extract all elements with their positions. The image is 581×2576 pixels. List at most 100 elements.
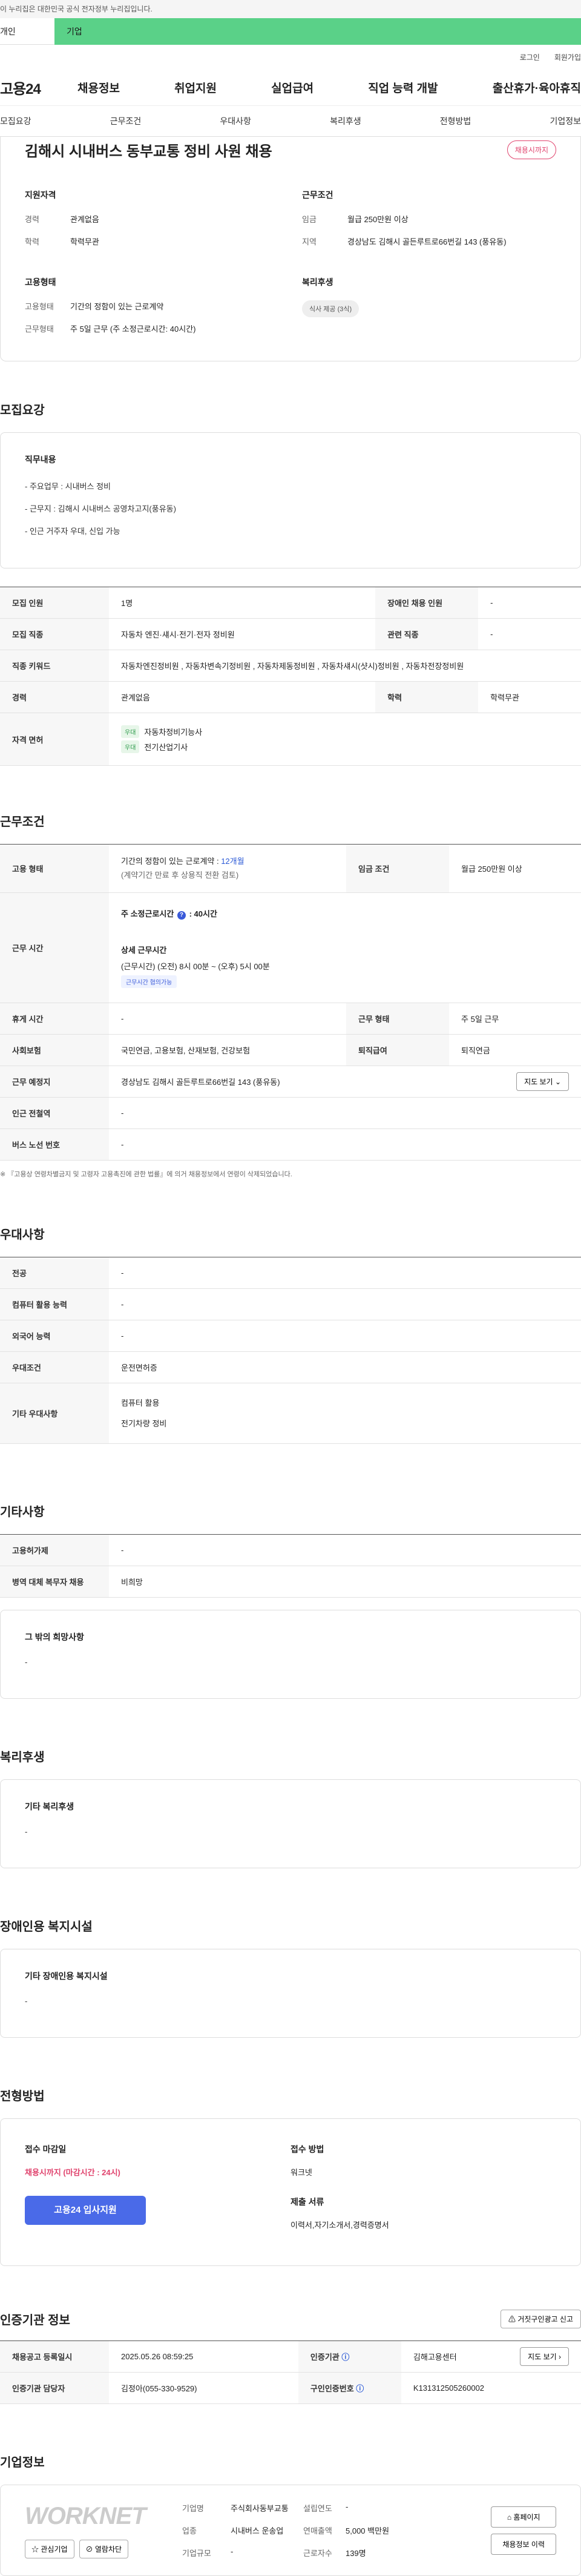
cond-section: 근무조건 임금 월급 250만원 이상 지역 경상남도 김해시 골든루트로66번길 … <box>302 189 567 258</box>
td: 1명 <box>109 587 376 619</box>
recruit-section-title: 모집요강 <box>0 404 45 417</box>
th: 관련 직종 <box>375 618 479 650</box>
process-left: 접수 마감일 채용시까지 (마감시간 : 24시) 고용24 입사지원 <box>25 2143 290 2241</box>
table-row: 사회보험 국민연금, 고용보험, 산재보험, 건강보험 퇴직급여 퇴직연금 <box>0 1034 581 1066</box>
td: 컴퓨터 활용 전기차량 정비 <box>109 1383 581 1444</box>
th: 병역 대체 복무자 채용 <box>0 1566 109 1598</box>
emp-row: 고용형태 기간의 정함이 있는 근로계약 <box>25 300 290 312</box>
block-button[interactable]: ⊘ 열람차단 <box>79 2539 129 2558</box>
hours-pill: 근무시간 협의가능 <box>121 975 177 988</box>
welfare-title: 복리후생 <box>302 277 333 287</box>
th: 직종 키워드 <box>0 650 109 682</box>
th: 전공 <box>0 1256 109 1289</box>
method-title: 접수 방법 <box>290 2144 324 2155</box>
map-button-label: 지도 보기 <box>524 1077 553 1086</box>
interest-button[interactable]: ☆ 관심기업 <box>25 2539 74 2558</box>
duty-line: - 주요업무 : 시내버스 정비 <box>25 482 111 491</box>
work-section-title: 근무조건 <box>0 815 45 829</box>
site-logo[interactable]: 고용24 <box>0 77 77 98</box>
gov-notice-text: 이 누리집은 대한민국 공식 전자정부 누리집입니다. <box>0 5 153 13</box>
license-item: 우대 전기산업기사 <box>121 740 569 753</box>
subnav-work[interactable]: 근무조건 <box>110 115 142 127</box>
duty-title: 직무내용 <box>25 455 56 464</box>
homepage-button[interactable]: ⌂ 홈페이지 <box>491 2506 556 2528</box>
info-icon[interactable]: ⓘ <box>341 2353 349 2362</box>
emp-value: 기간의 정함이 있는 근로계약 : <box>121 857 222 866</box>
th: 인증기관 담당자 <box>0 2372 109 2405</box>
gnb-item-skills[interactable]: 직업 능력 개발 <box>368 79 438 96</box>
history-button[interactable]: 채용정보 이력 <box>491 2533 556 2555</box>
duty-line: - 인근 거주자 우대, 신입 가능 <box>25 527 120 536</box>
recruit-table: 모집 인원 1명 장애인 채용 인원 - 모집 직종 자동차 엔진·섀시·전기·… <box>0 587 581 766</box>
login-link[interactable]: 로그인 <box>520 52 540 62</box>
disability-section-title: 장애인용 복지시설 <box>0 1920 93 1934</box>
company-key: 업종 <box>182 2526 197 2536</box>
tab-personal[interactable]: 개인 <box>0 18 54 45</box>
section-subnav: 모집요강 근무조건 우대사항 복리후생 전형방법 기업정보 <box>0 105 581 137</box>
table-row: 인근 전철역 - <box>0 1097 581 1129</box>
worknet-logo: WORKNET <box>25 2502 146 2529</box>
signup-link[interactable]: 회원가입 <box>554 52 581 62</box>
history-label: 채용정보 이력 <box>502 2540 545 2549</box>
job-summary-grid: 지원자격 경력 관계없음 학력 학력무관 근무조건 임금 월급 250만원 이상 지역… <box>25 189 567 345</box>
subnav-company[interactable]: 기업정보 <box>550 115 581 127</box>
td: 2025.05.26 08:59:25 <box>109 2340 298 2373</box>
td: 경상남도 김해시 골든루트로66번길 143 (풍유동) 지도 보기 ⌄ <box>109 1066 581 1098</box>
tab-company[interactable]: 기업 <box>54 18 581 45</box>
info-icon[interactable]: ? <box>177 911 186 920</box>
info-icon[interactable]: ⓘ <box>356 2384 364 2393</box>
agency-map-button[interactable]: 지도 보기 › <box>520 2347 569 2367</box>
duty-box: 직무내용 - 주요업무 : 시내버스 정비 - 근무지 : 김해시 시내버스 공… <box>0 432 581 568</box>
gnb-item-unemployment-benefit[interactable]: 실업급여 <box>271 79 313 96</box>
age-note: ※ 『고용상 연령차별금지 및 고령자 고용촉진에 관한 법률』에 의거 채용정… <box>0 1170 292 1178</box>
th: 기타 우대사항 <box>0 1383 109 1444</box>
apply-button[interactable]: 고용24 입사지원 <box>25 2196 146 2225</box>
th: 버스 노선 번호 <box>0 1128 109 1161</box>
kv-value: 학력무관 <box>70 237 99 246</box>
hours-week-label: 주 소정근로시간 <box>121 909 174 918</box>
subnav-pref[interactable]: 우대사항 <box>220 115 251 127</box>
td: - <box>109 1128 581 1161</box>
agency-table: 채용공고 등록일시 2025.05.26 08:59:25 인증기관 ⓘ 김해고… <box>0 2340 581 2405</box>
td: 기간의 정함이 있는 근로계약 : 12개월 (계약기간 만료 후 상용직 전환… <box>109 844 347 893</box>
wish-box: 그 밖의 희망사항 - <box>0 1610 581 1699</box>
company-key: 연매출액 <box>303 2526 332 2536</box>
job-title: 김해시 시내버스 동부교통 정비 사원 채용 <box>25 143 272 160</box>
subnav-process[interactable]: 전형방법 <box>440 115 471 127</box>
license-name: 자동차정비기능사 <box>144 728 203 737</box>
td: - <box>109 1003 347 1035</box>
subnav-recruit[interactable]: 모집요강 <box>0 115 31 127</box>
td: - <box>109 1320 581 1352</box>
td: K131312505260002 <box>401 2372 581 2405</box>
gnb-item-employment-support[interactable]: 취업지원 <box>174 79 217 96</box>
chevron-down-icon: ⌄ <box>554 1077 561 1086</box>
kv-key: 근무형태 <box>25 324 54 334</box>
company-buttons: ⌂ 홈페이지 채용정보 이력 <box>491 2506 556 2555</box>
report-button[interactable]: ⚠ 거짓구인광고 신고 <box>500 2310 581 2329</box>
kv-value: 월급 250만원 이상 <box>347 215 409 224</box>
subnav-welfare[interactable]: 복리후생 <box>330 115 361 127</box>
map-button[interactable]: 지도 보기 ⌄ <box>516 1072 569 1091</box>
company-section-title: 기업정보 <box>0 2456 45 2470</box>
table-row: 인증기관 담당자 김정아(055-330-9529) 구인인증번호 ⓘ K131… <box>0 2372 581 2405</box>
table-row: 모집 인원 1명 장애인 채용 인원 - <box>0 587 581 619</box>
cond-row: 임금 월급 250만원 이상 <box>302 213 567 225</box>
etc-section-title: 기타사항 <box>0 1506 45 1520</box>
td: - <box>109 1256 581 1289</box>
wish-value: - <box>25 1658 28 1667</box>
kv-key: 학력 <box>25 237 39 246</box>
process-box: 접수 마감일 채용시까지 (마감시간 : 24시) 고용24 입사지원 접수 방… <box>0 2118 581 2267</box>
util-links: 로그인 회원가입 <box>0 45 581 69</box>
etc-table: 고용허가제 - 병역 대체 복무자 채용 비희망 <box>0 1534 581 1598</box>
th: 자격 면허 <box>0 713 109 766</box>
benefits-section-title: 복리후생 <box>0 1751 45 1765</box>
td: 자동차엔진정비원 , 자동차변속기정비원 , 자동차제동정비원 , 자동차섀시(… <box>109 650 581 682</box>
license-item: 우대 자동차정비기능사 <box>121 725 569 738</box>
interest-label: 관심기업 <box>41 2545 68 2554</box>
table-row: 모집 직종 자동차 엔진·섀시·전기·전자 정비원 관련 직종 - <box>0 618 581 650</box>
gnb-item-jobs[interactable]: 채용정보 <box>77 79 120 96</box>
company-key: 설립연도 <box>303 2504 332 2514</box>
qual-section: 지원자격 경력 관계없음 학력 학력무관 <box>25 189 290 258</box>
table-row: 우대조건 운전면허증 <box>0 1351 581 1383</box>
gnb-item-leave[interactable]: 출산휴가·육아휴직 <box>493 79 581 96</box>
